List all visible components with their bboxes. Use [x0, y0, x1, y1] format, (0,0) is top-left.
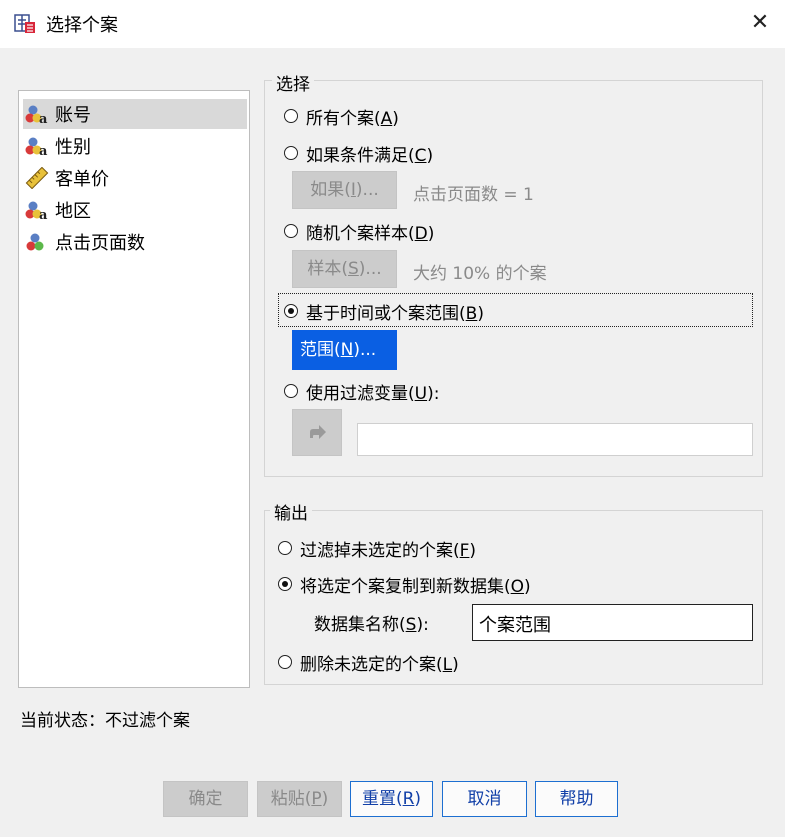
filter-variable-field[interactable]: [357, 423, 753, 456]
if-button[interactable]: 如果(I)...: [292, 171, 397, 209]
current-status-text: 当前状态：不过滤个案: [20, 711, 190, 731]
dataset-name-label: 数据集名称(S):: [314, 615, 429, 635]
radio-button-checked-icon: [278, 577, 292, 591]
variable-list[interactable]: a 账号 a 性别 客单价 a 地区 点击页面数: [18, 90, 250, 688]
close-button[interactable]: ✕: [747, 8, 773, 38]
cancel-button[interactable]: 取消: [442, 781, 527, 817]
radio-time-or-case-range[interactable]: 基于时间或个案范围(B): [284, 297, 484, 325]
sample-description-text: 大约 10% 的个案: [413, 264, 547, 284]
radio-button-icon: [284, 384, 298, 398]
variable-item-page-clicks[interactable]: 点击页面数: [23, 227, 247, 257]
svg-text:a: a: [39, 144, 48, 157]
option-label: 将选定个案复制到新数据集(O): [300, 576, 531, 597]
radio-delete-unselected[interactable]: 删除未选定的个案(L): [278, 648, 459, 676]
radio-random-sample[interactable]: 随机个案样本(D): [284, 217, 434, 245]
select-group-title: 选择: [272, 70, 314, 95]
spss-select-cases-icon: [14, 12, 36, 34]
scale-ruler-icon: [25, 166, 49, 190]
nominal-numeric-icon: [25, 231, 49, 253]
radio-button-icon: [284, 109, 298, 123]
nominal-string-icon: a: [25, 199, 49, 223]
radio-filter-out-unselected[interactable]: 过滤掉未选定的个案(F): [278, 534, 476, 562]
option-label: 所有个案(A): [306, 108, 399, 129]
option-label: 基于时间或个案范围(B): [306, 303, 484, 324]
option-label: 如果条件满足(C): [306, 145, 434, 166]
nominal-string-icon: a: [25, 135, 49, 159]
radio-button-icon: [278, 541, 292, 555]
svg-text:a: a: [39, 112, 48, 125]
variable-item-gender[interactable]: a 性别: [23, 131, 247, 161]
range-button[interactable]: 范围(N)...: [292, 330, 397, 370]
output-group-title: 输出: [270, 499, 312, 524]
radio-if-condition[interactable]: 如果条件满足(C): [284, 139, 433, 167]
ok-button[interactable]: 确定: [163, 781, 248, 817]
paste-button[interactable]: 粘贴(P): [257, 781, 342, 817]
variable-label: 客单价: [55, 169, 109, 190]
radio-button-icon: [278, 655, 292, 669]
dataset-name-input[interactable]: 个案范围: [472, 604, 753, 641]
option-label: 使用过滤变量(U):: [306, 383, 440, 404]
radio-filter-variable[interactable]: 使用过滤变量(U):: [284, 377, 439, 405]
radio-button-icon: [284, 146, 298, 160]
variable-label: 账号: [55, 105, 91, 126]
reset-button[interactable]: 重置(R): [350, 781, 433, 817]
radio-button-checked-icon: [284, 304, 298, 318]
help-button[interactable]: 帮助: [535, 781, 618, 817]
radio-copy-to-new-dataset[interactable]: 将选定个案复制到新数据集(O): [278, 570, 531, 598]
variable-label: 地区: [55, 201, 91, 222]
variable-item-account[interactable]: a 账号: [23, 99, 247, 129]
option-label: 随机个案样本(D): [306, 223, 435, 244]
if-expression-text: 点击页面数 = 1: [413, 185, 534, 205]
sample-button[interactable]: 样本(S)...: [292, 250, 397, 288]
radio-button-icon: [284, 224, 298, 238]
nominal-string-icon: a: [25, 103, 49, 127]
option-label: 过滤掉未选定的个案(F): [300, 540, 477, 561]
window-title: 选择个案: [46, 15, 118, 36]
variable-label: 性别: [55, 137, 91, 158]
variable-label: 点击页面数: [55, 233, 145, 254]
move-variable-button[interactable]: [292, 409, 342, 456]
option-label: 删除未选定的个案(L): [300, 654, 459, 675]
arrow-right-icon: [310, 425, 326, 439]
radio-all-cases[interactable]: 所有个案(A): [284, 102, 399, 130]
variable-item-region[interactable]: a 地区: [23, 195, 247, 225]
svg-text:a: a: [39, 208, 48, 221]
variable-item-unit-price[interactable]: 客单价: [23, 163, 247, 193]
